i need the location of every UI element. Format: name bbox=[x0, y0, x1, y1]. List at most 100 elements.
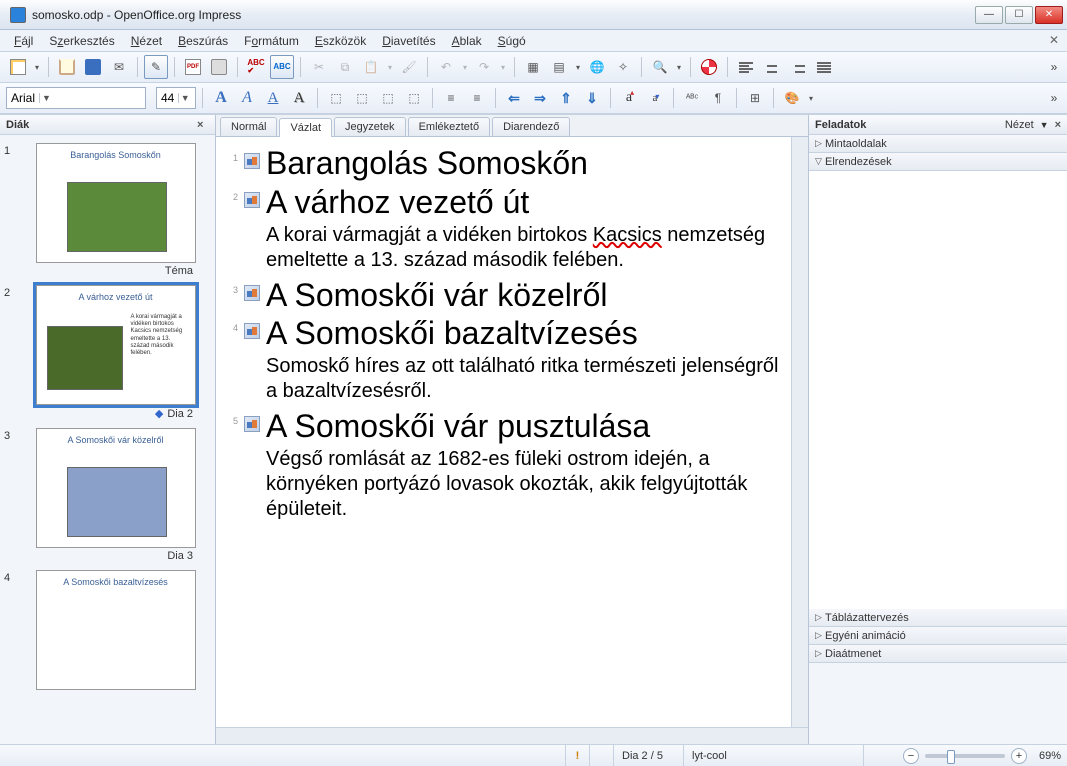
chevron-down-icon[interactable]: ▼ bbox=[39, 93, 53, 103]
zoom-in-button[interactable]: + bbox=[1011, 748, 1027, 764]
outline-slide-title[interactable]: A Somoskői vár pusztulása bbox=[266, 408, 650, 445]
color-dropdown[interactable]: ▾ bbox=[806, 94, 816, 103]
hyperlink-button[interactable]: 🌐 bbox=[585, 55, 609, 79]
slide-icon[interactable] bbox=[244, 285, 260, 301]
zoom-out-button[interactable]: − bbox=[903, 748, 919, 764]
outline-slide-body[interactable]: Végső romlását az 1682-es füleki ostrom … bbox=[266, 447, 781, 522]
outline-slide[interactable]: 5 A Somoskői vár pusztulása bbox=[220, 408, 781, 445]
view-tab-emlékeztető[interactable]: Emlékeztető bbox=[408, 117, 491, 136]
move-left-button[interactable]: ⇐ bbox=[502, 86, 526, 110]
outline-slide[interactable]: 3 A Somoskői vár közelről bbox=[220, 277, 781, 314]
status-exclaim-icon[interactable]: ! bbox=[566, 745, 590, 766]
new-doc-dropdown[interactable]: ▾ bbox=[32, 63, 42, 72]
tasks-section-header[interactable]: ▷Mintaoldalak bbox=[809, 135, 1067, 153]
menu-file[interactable]: Fájl bbox=[6, 32, 41, 50]
outline-slide-title[interactable]: A várhoz vezető út bbox=[266, 184, 529, 221]
view-tab-jegyzetek[interactable]: Jegyzetek bbox=[334, 117, 406, 136]
menu-format[interactable]: Formátum bbox=[236, 32, 307, 50]
slides-list[interactable]: 1 Barangolás Somoskőn Téma 2 A várhoz ve… bbox=[0, 135, 215, 744]
open-button[interactable] bbox=[55, 55, 79, 79]
tasks-section-header[interactable]: ▷Diaátmenet bbox=[809, 645, 1067, 663]
close-document-icon[interactable]: ✕ bbox=[1047, 33, 1061, 47]
underline-button[interactable]: A bbox=[261, 86, 285, 110]
save-button[interactable] bbox=[81, 55, 105, 79]
menu-tools[interactable]: Eszközök bbox=[307, 32, 374, 50]
outdent-button-2[interactable]: ⬚ bbox=[350, 86, 374, 110]
move-down-button[interactable]: ⇓ bbox=[580, 86, 604, 110]
undo-button[interactable]: ↶ bbox=[434, 55, 458, 79]
panel-close-icon[interactable]: × bbox=[197, 119, 209, 131]
horizontal-scrollbar[interactable] bbox=[216, 727, 808, 744]
copy-button[interactable]: ⧉ bbox=[333, 55, 357, 79]
align-center-button[interactable] bbox=[760, 55, 784, 79]
redo-button[interactable]: ↷ bbox=[472, 55, 496, 79]
outdent-button-3[interactable]: ⬚ bbox=[376, 86, 400, 110]
menu-insert[interactable]: Beszúrás bbox=[170, 32, 236, 50]
outline-slide[interactable]: 2 A várhoz vezető út bbox=[220, 184, 781, 221]
shadow-button[interactable]: A bbox=[287, 86, 311, 110]
menu-window[interactable]: Ablak bbox=[444, 32, 490, 50]
maximize-button[interactable]: ☐ bbox=[1005, 6, 1033, 24]
font-smaller-button[interactable]: a bbox=[643, 86, 667, 110]
outline-slide-title[interactable]: A Somoskői vár közelről bbox=[266, 277, 607, 314]
outdent-button-1[interactable]: ⬚ bbox=[324, 86, 348, 110]
outdent-button-4[interactable]: ⬚ bbox=[402, 86, 426, 110]
menu-view[interactable]: Nézet bbox=[123, 32, 170, 50]
view-tab-vázlat[interactable]: Vázlat bbox=[279, 118, 332, 137]
italic-button[interactable]: A bbox=[235, 86, 259, 110]
tasks-view-label[interactable]: Nézet bbox=[1005, 119, 1034, 131]
slide-thumbnail[interactable]: 4 A Somoskői bazaltvízesés bbox=[4, 570, 211, 692]
tasks-section-body[interactable] bbox=[809, 171, 1067, 609]
print-button[interactable] bbox=[207, 55, 231, 79]
view-tab-diarendező[interactable]: Diarendező bbox=[492, 117, 570, 136]
align-left-button[interactable] bbox=[734, 55, 758, 79]
align-right-button[interactable] bbox=[786, 55, 810, 79]
bold-button[interactable]: A bbox=[209, 86, 233, 110]
mail-button[interactable]: ✉ bbox=[107, 55, 131, 79]
font-size-combo[interactable]: 44 ▼ bbox=[156, 87, 196, 109]
menu-slideshow[interactable]: Diavetítés bbox=[374, 32, 443, 50]
navigator-button[interactable]: ✧ bbox=[611, 55, 635, 79]
slide-thumbnail[interactable]: 3 A Somoskői vár közelről Dia 3 bbox=[4, 428, 211, 562]
new-doc-button[interactable] bbox=[6, 55, 30, 79]
table-button[interactable]: ▤ bbox=[547, 55, 571, 79]
color-button[interactable]: 🎨 bbox=[780, 86, 804, 110]
toolbar-overflow-icon[interactable]: » bbox=[1047, 86, 1061, 110]
character-button[interactable]: ᴬᴮᶜ bbox=[680, 86, 704, 110]
tasks-section-header[interactable]: ▷Táblázattervezés bbox=[809, 609, 1067, 627]
view-tab-normál[interactable]: Normál bbox=[220, 117, 277, 136]
zoom-slider[interactable] bbox=[925, 754, 1005, 758]
close-button[interactable]: ✕ bbox=[1035, 6, 1063, 24]
list-button-2[interactable]: ≡ bbox=[465, 86, 489, 110]
pdf-button[interactable]: PDF bbox=[181, 55, 205, 79]
tasks-view-dropdown-icon[interactable]: ▼ bbox=[1040, 120, 1049, 130]
numbering-button[interactable]: ⊞ bbox=[743, 86, 767, 110]
chevron-down-icon[interactable]: ▼ bbox=[178, 93, 191, 103]
outline-content[interactable]: 1 Barangolás Somoskőn 2 A várhoz vezető … bbox=[216, 137, 791, 727]
move-up-button[interactable]: ⇑ bbox=[554, 86, 578, 110]
list-button-1[interactable]: ≡ bbox=[439, 86, 463, 110]
format-paint-button[interactable]: 🖌 bbox=[397, 55, 421, 79]
align-justify-button[interactable] bbox=[812, 55, 836, 79]
tasks-section-header[interactable]: ▽Elrendezések bbox=[809, 153, 1067, 171]
menu-edit[interactable]: Szerkesztés bbox=[41, 32, 122, 50]
slide-icon[interactable] bbox=[244, 416, 260, 432]
slide-icon[interactable] bbox=[244, 192, 260, 208]
outline-slide[interactable]: 4 A Somoskői bazaltvízesés bbox=[220, 315, 781, 352]
move-right-button[interactable]: ⇒ bbox=[528, 86, 552, 110]
font-bigger-button[interactable]: a bbox=[617, 86, 641, 110]
slide-thumbnail[interactable]: 1 Barangolás Somoskőn Téma bbox=[4, 143, 211, 277]
panel-close-icon[interactable]: × bbox=[1055, 119, 1061, 131]
paragraph-button[interactable]: ¶ bbox=[706, 86, 730, 110]
slide-icon[interactable] bbox=[244, 323, 260, 339]
help-button[interactable] bbox=[697, 55, 721, 79]
outline-slide-body[interactable]: Somoskő híres az ott található ritka ter… bbox=[266, 354, 781, 404]
outline-slide-title[interactable]: A Somoskői bazaltvízesés bbox=[266, 315, 638, 352]
slide-thumbnail[interactable]: 2 A várhoz vezető út A korai vármagját a… bbox=[4, 285, 211, 420]
slide-icon[interactable] bbox=[244, 153, 260, 169]
zoom-button[interactable]: 🔍 bbox=[648, 55, 672, 79]
outline-slide[interactable]: 1 Barangolás Somoskőn bbox=[220, 145, 781, 182]
vertical-scrollbar[interactable] bbox=[791, 137, 808, 727]
cut-button[interactable]: ✂ bbox=[307, 55, 331, 79]
tasks-section-header[interactable]: ▷Egyéni animáció bbox=[809, 627, 1067, 645]
